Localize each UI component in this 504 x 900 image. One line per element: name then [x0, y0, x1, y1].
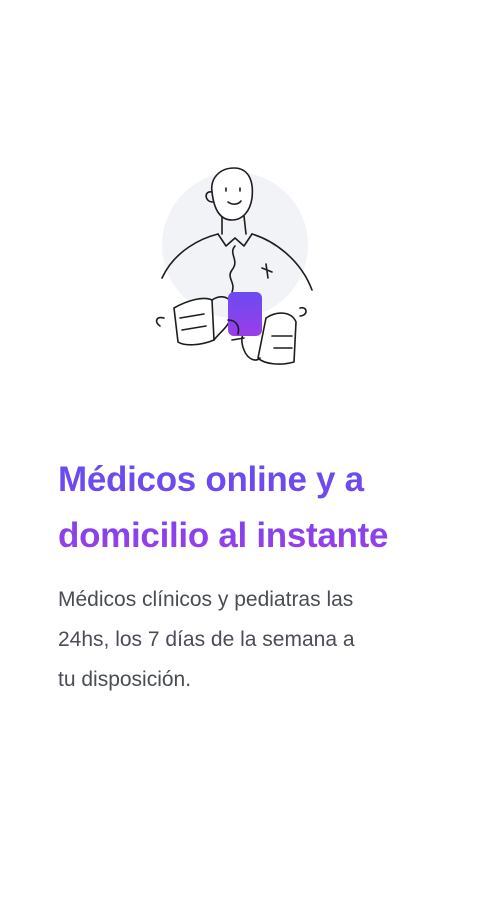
- title-line-2: domicilio al instante: [58, 516, 389, 555]
- subtitle-line-2: 24hs, los 7 días de la semana a: [58, 628, 355, 651]
- onboarding-screen: Médicos online y a domicilio al instante…: [0, 0, 504, 900]
- page-subtitle: Médicos clínicos y pediatras las 24hs, l…: [58, 580, 458, 700]
- page-title: Médicos online y a domicilio al instante: [58, 452, 478, 564]
- person-holding-phone-icon: [155, 167, 313, 365]
- subtitle-line-3: tu disposición.: [58, 668, 192, 691]
- phone-icon: [228, 292, 262, 336]
- subtitle-line-1: Médicos clínicos y pediatras las: [58, 588, 354, 611]
- title-line-1: Médicos online y a: [58, 460, 364, 499]
